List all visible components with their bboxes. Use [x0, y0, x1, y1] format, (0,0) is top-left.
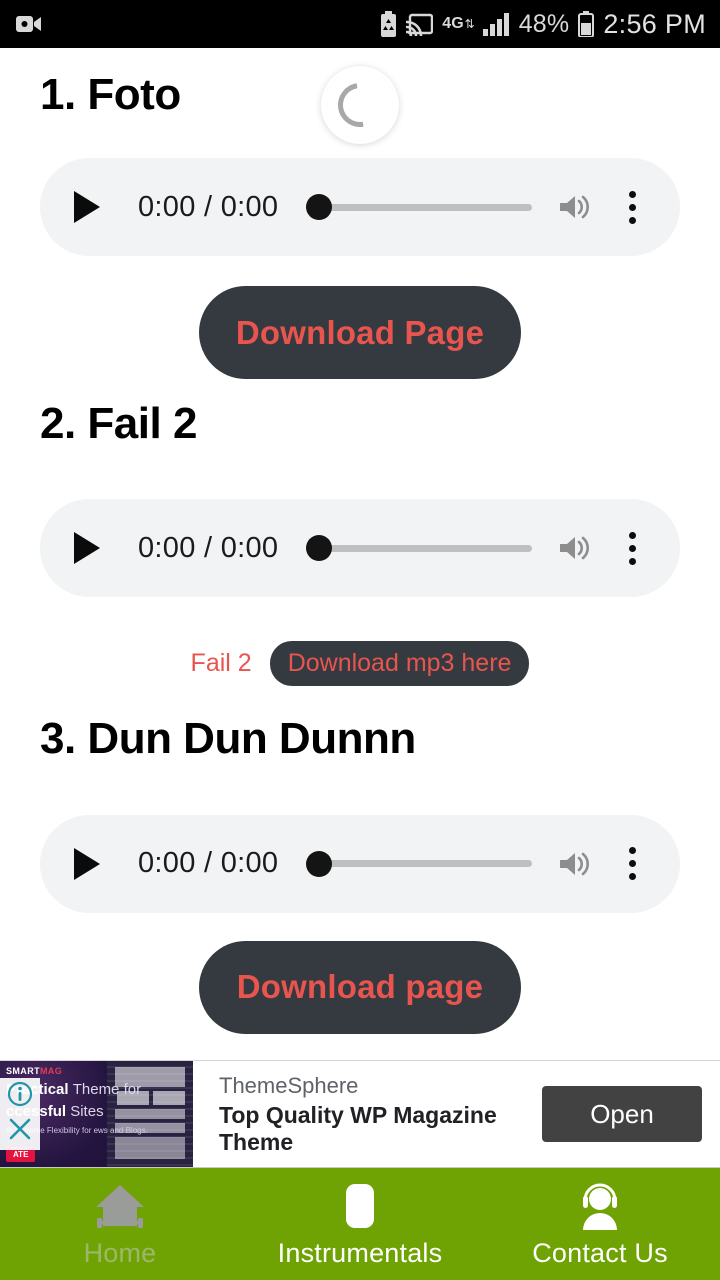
battery-percent-label: 48% [518, 9, 570, 38]
download-mp3-button[interactable]: Download mp3 here [269, 641, 530, 687]
battery-saver-icon [380, 11, 397, 37]
status-bar: 4G ⇅ 48% 2:56 PM [0, 0, 720, 48]
cast-icon [406, 13, 434, 36]
track-title: 3. Dun Dun Dunnn [40, 714, 416, 764]
volume-icon[interactable] [552, 527, 598, 569]
seek-thumb[interactable] [306, 850, 333, 877]
video-camera-icon [16, 14, 42, 34]
home-icon [91, 1182, 149, 1234]
audio-player-2[interactable]: 0:00 / 0:00 [40, 499, 680, 598]
battery-icon [578, 11, 595, 37]
instrumentals-icon [334, 1182, 386, 1234]
seek-rail[interactable] [326, 544, 532, 552]
download-row-2: Fail 2 Download mp3 here [0, 641, 720, 687]
audio-player-1[interactable]: 0:00 / 0:00 [40, 158, 680, 257]
ad-advertiser-name: ThemeSphere [219, 1072, 359, 1098]
seek-slider[interactable] [306, 843, 532, 885]
network-type-label: 4G [442, 15, 464, 32]
time-display: 0:00 / 0:00 [138, 847, 279, 880]
info-icon[interactable] [7, 1081, 33, 1112]
download-page-button-1[interactable]: Download Page [199, 286, 521, 380]
data-transfer-arrows-icon: ⇅ [464, 17, 475, 31]
seek-rail[interactable] [326, 860, 532, 868]
download-page-button-3[interactable]: Download page [199, 940, 521, 1034]
audio-player-3[interactable]: 0:00 / 0:00 [40, 814, 680, 913]
seek-thumb[interactable] [306, 535, 333, 562]
status-bar-clock: 2:56 PM [603, 8, 706, 39]
play-icon[interactable] [74, 186, 116, 228]
ad-banner[interactable]: SMARTMAG Practical Theme for ccessful Si… [0, 1060, 720, 1168]
network-type-indicator: 4G ⇅ [442, 15, 475, 32]
loading-spinner [321, 66, 399, 144]
seek-thumb[interactable] [306, 194, 333, 221]
play-icon[interactable] [74, 843, 116, 885]
track-section-2: 2. Fail 2 0:00 / 0:00 Fail 2 Download mp… [0, 379, 720, 687]
nav-item-home[interactable]: Home [0, 1168, 240, 1280]
ad-controls [0, 1078, 40, 1150]
app-root: 4G ⇅ 48% 2:56 PM 1. Foto 0:00 / 0:00 Dow… [0, 0, 720, 1280]
seek-rail[interactable] [326, 203, 532, 211]
bottom-navigation-bar: Home Instrumentals Contact Us [0, 1168, 720, 1280]
signal-bars-icon [482, 12, 510, 36]
ad-open-button[interactable]: Open [542, 1086, 702, 1142]
nav-label-contact-us: Contact Us [532, 1237, 668, 1268]
nav-item-instrumentals[interactable]: Instrumentals [240, 1168, 480, 1280]
status-bar-left [16, 14, 42, 34]
volume-icon[interactable] [552, 843, 598, 885]
nav-label-home: Home [83, 1237, 157, 1268]
play-icon[interactable] [74, 527, 116, 569]
ad-cta-wrapper: Open [542, 1061, 720, 1167]
track-section-3: 3. Dun Dun Dunnn 0:00 / 0:00 Download pa… [0, 686, 720, 1034]
more-vertical-icon[interactable] [612, 527, 652, 569]
track-section-1: 1. Foto 0:00 / 0:00 Download Page [0, 48, 720, 380]
status-bar-right: 4G ⇅ 48% 2:56 PM [380, 9, 706, 40]
more-vertical-icon[interactable] [612, 186, 652, 228]
track-title: 2. Fail 2 [40, 399, 197, 449]
volume-icon[interactable] [552, 186, 598, 228]
ad-text-block: ThemeSphere Top Quality WP Magazine Them… [193, 1061, 542, 1167]
more-vertical-icon[interactable] [612, 843, 652, 885]
ad-logo: SMARTMAG [6, 1066, 63, 1076]
seek-slider[interactable] [306, 186, 532, 228]
time-display: 0:00 / 0:00 [138, 190, 279, 223]
time-display: 0:00 / 0:00 [138, 531, 279, 564]
track-inline-label: Fail 2 [190, 649, 252, 678]
nav-label-instrumentals: Instrumentals [277, 1237, 443, 1268]
headset-person-icon [572, 1182, 628, 1234]
nav-item-contact-us[interactable]: Contact Us [480, 1168, 720, 1280]
seek-slider[interactable] [306, 527, 532, 569]
page-content: 1. Foto 0:00 / 0:00 Download Page 2. Fai… [0, 48, 720, 1060]
loading-spinner-icon [329, 74, 391, 136]
close-icon[interactable] [7, 1116, 33, 1147]
ad-creative-image[interactable]: SMARTMAG Practical Theme for ccessful Si… [0, 1061, 193, 1167]
ad-headline: Top Quality WP Magazine Theme [219, 1102, 497, 1156]
